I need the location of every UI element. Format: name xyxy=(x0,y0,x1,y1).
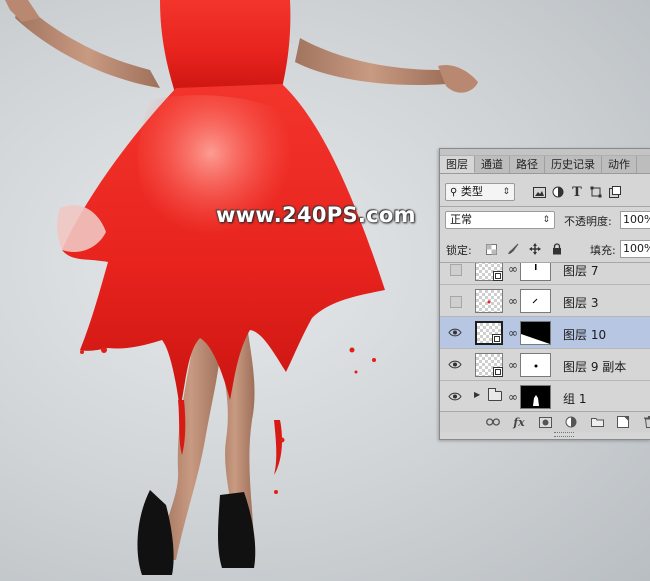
blend-mode-select[interactable]: 正常 ⇕ xyxy=(445,211,555,229)
fill-label: 填充: xyxy=(590,244,616,257)
layer-name[interactable]: 图层 9 副本 xyxy=(563,358,626,375)
splash-drop xyxy=(349,347,355,353)
layer-thumbnail xyxy=(475,263,503,281)
blend-mode-value: 正常 xyxy=(450,213,472,226)
panel-tabs: 图层 通道 路径 历史记录 动作 xyxy=(440,156,650,174)
smart-object-filter-icon[interactable] xyxy=(608,185,622,199)
splash-drop xyxy=(279,437,285,443)
layer-name[interactable]: 图层 10 xyxy=(563,326,606,343)
layer-row[interactable]: ∞ 图层 3 xyxy=(440,285,650,317)
layer-row-selected[interactable]: ∞ 图层 10 xyxy=(440,317,650,349)
splash-drop xyxy=(101,347,107,353)
tab-paths[interactable]: 路径 xyxy=(510,156,545,173)
blend-row: 正常 ⇕ 不透明度: 100% xyxy=(440,209,650,233)
fx-icon[interactable]: fx xyxy=(511,415,527,429)
layer-filter-row: ⚲ 类型 ⇕ T xyxy=(440,181,650,205)
add-mask-icon[interactable] xyxy=(537,415,553,429)
expand-triangle-icon[interactable]: ▶ xyxy=(474,390,480,399)
new-layer-icon[interactable] xyxy=(615,415,631,429)
lock-row: 锁定: 填充: 100% xyxy=(440,237,650,261)
smart-object-icon xyxy=(492,334,502,344)
folder-icon xyxy=(488,388,502,401)
chain-link-icon[interactable]: ∞ xyxy=(508,358,518,372)
shape-filter-icon[interactable] xyxy=(589,185,603,199)
layer-thumbnail xyxy=(475,353,503,377)
left-hand xyxy=(5,0,40,22)
link-layers-icon[interactable] xyxy=(485,415,501,429)
panel-footer: fx xyxy=(440,411,650,432)
eye-icon[interactable] xyxy=(448,358,462,371)
layer-mask-thumbnail[interactable] xyxy=(520,385,551,409)
layer-thumbnail xyxy=(475,321,503,345)
chevron-updown-icon: ⇕ xyxy=(502,187,510,197)
splash-drop xyxy=(354,370,358,374)
tab-actions[interactable]: 动作 xyxy=(602,156,637,173)
layer-mask-thumbnail[interactable] xyxy=(520,289,551,313)
chain-link-icon[interactable]: ∞ xyxy=(508,390,518,404)
image-filter-icon[interactable] xyxy=(532,185,546,199)
layer-row[interactable]: ∞ 图层 9 副本 xyxy=(440,349,650,381)
lock-icons xyxy=(484,242,564,256)
fill-input[interactable]: 100% xyxy=(620,240,650,258)
type-filter-icon[interactable]: T xyxy=(570,185,584,200)
layer-row[interactable]: ∞ 图层 7 xyxy=(440,263,650,285)
panel-resize-grip[interactable] xyxy=(554,432,574,437)
right-hand xyxy=(438,64,478,93)
eye-icon[interactable] xyxy=(448,326,462,339)
chain-link-icon[interactable]: ∞ xyxy=(508,263,518,276)
layer-list: ∞ 图层 7 ∞ 图层 3 ∞ 图层 10 ∞ 图层 9 副本 ▶ ∞ 组 1 xyxy=(440,263,650,411)
layer-thumbnail xyxy=(475,289,503,313)
dress-bodice xyxy=(160,0,291,96)
left-shoe xyxy=(137,490,174,575)
splash-drip xyxy=(274,420,282,475)
right-arm xyxy=(295,38,446,86)
layer-name[interactable]: 图层 7 xyxy=(563,263,598,279)
chevron-updown-icon: ⇕ xyxy=(542,215,550,225)
tab-channels[interactable]: 通道 xyxy=(475,156,510,173)
splash-drop xyxy=(80,350,84,354)
panel-title-grip[interactable] xyxy=(440,149,650,156)
tab-history[interactable]: 历史记录 xyxy=(545,156,602,173)
footer-icons: fx xyxy=(485,415,650,429)
lock-position-icon[interactable] xyxy=(528,242,542,256)
smart-object-icon xyxy=(493,271,503,281)
layer-group-row[interactable]: ▶ ∞ 组 1 xyxy=(440,381,650,411)
visibility-toggle-off[interactable] xyxy=(450,264,462,276)
layer-mask-thumbnail[interactable] xyxy=(520,263,551,281)
filter-kind-label: 类型 xyxy=(460,185,483,198)
chain-link-icon[interactable]: ∞ xyxy=(508,326,518,340)
filter-icons: T xyxy=(532,185,622,200)
layer-mask-thumbnail[interactable] xyxy=(520,353,551,377)
opacity-label: 不透明度: xyxy=(564,215,612,228)
lock-label: 锁定: xyxy=(446,244,472,257)
layer-mask-thumbnail[interactable] xyxy=(520,321,551,345)
layers-panel: 图层 通道 路径 历史记录 动作 ⚲ 类型 ⇕ T 正常 ⇕ 不透明度: 100… xyxy=(439,148,650,440)
new-group-icon[interactable] xyxy=(589,415,605,429)
eye-icon[interactable] xyxy=(448,390,462,403)
lock-all-icon[interactable] xyxy=(550,242,564,256)
delete-icon[interactable] xyxy=(641,415,650,429)
adjustment-layer-icon[interactable] xyxy=(563,415,579,429)
divider xyxy=(440,206,650,207)
lock-brush-icon[interactable] xyxy=(506,242,520,256)
filter-kind-select[interactable]: ⚲ 类型 ⇕ xyxy=(445,183,515,201)
lock-transparency-icon[interactable] xyxy=(484,242,498,256)
watermark-text: www.240PS.com xyxy=(216,203,416,227)
smart-object-icon xyxy=(493,367,503,377)
search-icon: ⚲ xyxy=(450,187,458,198)
layer-name[interactable]: 组 1 xyxy=(563,390,586,407)
adjustment-filter-icon[interactable] xyxy=(551,185,565,199)
visibility-toggle-off[interactable] xyxy=(450,296,462,308)
layer-name[interactable]: 图层 3 xyxy=(563,294,598,311)
opacity-input[interactable]: 100% xyxy=(620,211,650,229)
tab-layers[interactable]: 图层 xyxy=(440,156,475,173)
splash-drop xyxy=(372,358,376,362)
chain-link-icon[interactable]: ∞ xyxy=(508,294,518,308)
splash-drop xyxy=(274,490,278,494)
